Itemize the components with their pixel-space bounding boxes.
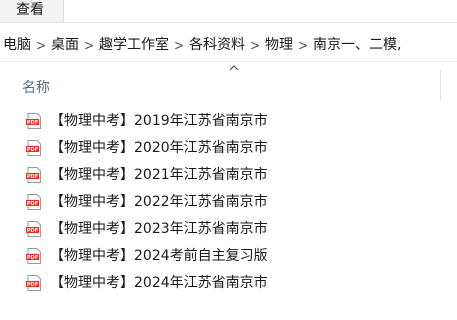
pdf-icon: PDF — [26, 113, 41, 129]
chevron-right-icon: > — [35, 36, 47, 54]
file-list-item[interactable]: PDF 【物理中考】2020年江苏省南京市 — [0, 135, 457, 161]
column-divider[interactable] — [440, 70, 441, 100]
file-list-item[interactable]: PDF 【物理中考】2023年江苏省南京市 — [0, 216, 457, 242]
file-name: 【物理中考】2023年江苏省南京市 — [50, 221, 268, 237]
breadcrumb-item-subjects[interactable]: 各科资料 — [186, 33, 248, 57]
chevron-right-icon: > — [83, 36, 95, 54]
pdf-icon-label: PDF — [27, 228, 38, 234]
pdf-icon: PDF — [26, 194, 41, 210]
breadcrumb: 电脑 > 桌面 > 趣学工作室 > 各科资料 > 物理 > 南京一、二模, — [0, 33, 457, 57]
breadcrumb-item-physics[interactable]: 物理 — [262, 33, 296, 57]
file-name: 【物理中考】2024年江苏省南京市 — [50, 275, 268, 291]
tab-view[interactable]: 查看 — [0, 0, 64, 22]
pdf-icon-label: PDF — [27, 201, 38, 207]
pdf-icon-label: PDF — [27, 282, 38, 288]
file-list-item[interactable]: PDF 【物理中考】2024考前自主复习版 — [0, 243, 457, 269]
chevron-right-icon: > — [249, 36, 261, 54]
chevron-right-icon: > — [173, 36, 185, 54]
pdf-icon-label: PDF — [27, 174, 38, 180]
pdf-icon: PDF — [26, 248, 41, 264]
breadcrumb-item-desktop[interactable]: 桌面 — [48, 33, 82, 57]
pdf-icon-label: PDF — [27, 120, 38, 126]
pdf-icon: PDF — [26, 167, 41, 183]
ribbon: 查看 — [0, 0, 457, 23]
file-name: 【物理中考】2024考前自主复习版 — [50, 248, 268, 264]
pdf-icon: PDF — [26, 140, 41, 156]
file-list-item[interactable]: PDF 【物理中考】2022年江苏省南京市 — [0, 189, 457, 215]
file-name: 【物理中考】2022年江苏省南京市 — [50, 194, 268, 210]
pdf-icon-label: PDF — [27, 147, 38, 153]
file-list-item[interactable]: PDF 【物理中考】2021年江苏省南京市 — [0, 162, 457, 188]
sort-ascending-icon[interactable] — [228, 63, 240, 73]
breadcrumb-item-nanjing[interactable]: 南京一、二模, — [310, 33, 404, 57]
file-name: 【物理中考】2021年江苏省南京市 — [50, 167, 268, 183]
pdf-icon: PDF — [26, 275, 41, 291]
breadcrumb-item-pc[interactable]: 电脑 — [0, 33, 34, 57]
column-header-name[interactable]: 名称 — [22, 77, 50, 97]
breadcrumb-item-studio[interactable]: 趣学工作室 — [96, 33, 172, 57]
file-list-item[interactable]: PDF 【物理中考】2024年江苏省南京市 — [0, 270, 457, 296]
toolbar-divider — [0, 61, 457, 62]
pdf-icon-label: PDF — [27, 255, 38, 261]
file-name: 【物理中考】2019年江苏省南京市 — [50, 113, 268, 129]
file-list-item[interactable]: PDF 【物理中考】2019年江苏省南京市 — [0, 108, 457, 134]
pdf-icon: PDF — [26, 221, 41, 237]
chevron-right-icon: > — [297, 36, 309, 54]
file-name: 【物理中考】2020年江苏省南京市 — [50, 140, 268, 156]
